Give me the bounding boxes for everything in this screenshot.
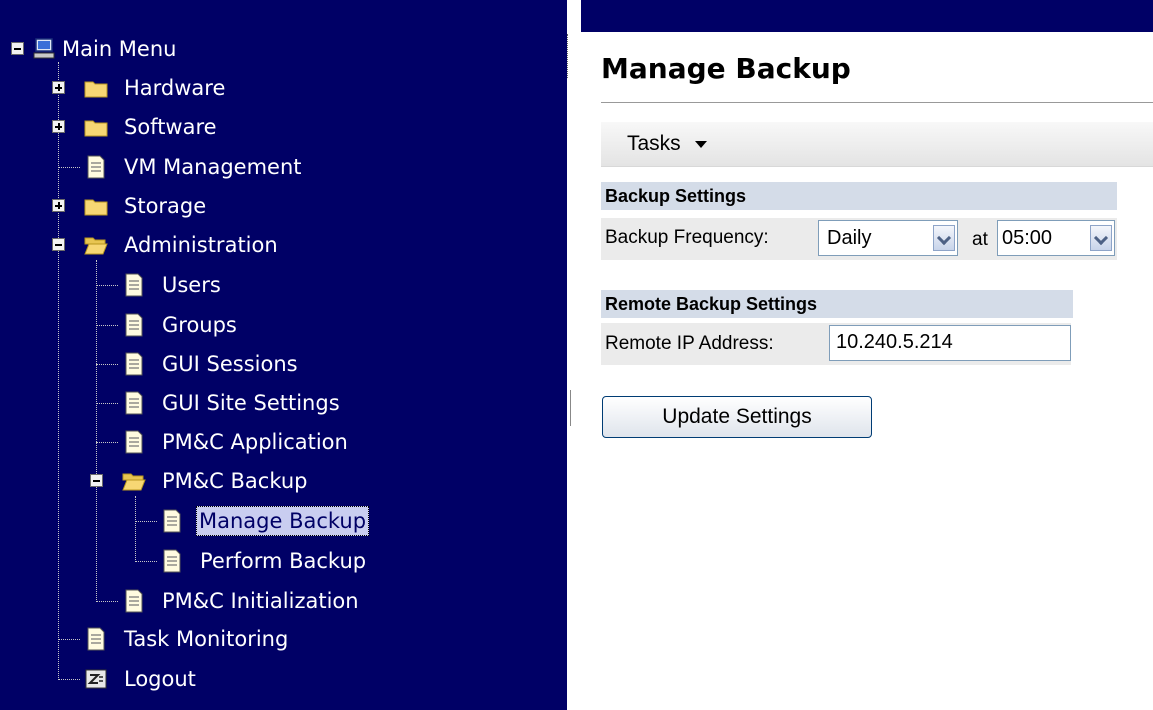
dropdown-arrow-icon[interactable] (933, 225, 955, 251)
tree-item-task-monitoring[interactable]: Task Monitoring (0, 624, 360, 654)
tree-label: VM Management (124, 155, 302, 179)
page-title: Manage Backup (601, 52, 851, 85)
tree-label: PM&C Backup (162, 469, 308, 493)
expand-icon[interactable] (52, 81, 65, 94)
selected-value: 05:00 (1002, 227, 1053, 249)
tree-label: Software (124, 115, 217, 139)
tree-label: Perform Backup (200, 549, 367, 573)
tasks-menu[interactable]: Tasks (627, 132, 707, 156)
tree-label: Groups (162, 313, 237, 337)
document-icon (125, 273, 143, 297)
dropdown-arrow-icon (694, 140, 707, 148)
backup-frequency-select[interactable]: Daily (818, 220, 958, 256)
document-icon (163, 549, 181, 573)
backup-frequency-label: Backup Frequency: (605, 227, 769, 248)
tree-item-pmc-application[interactable]: PM&C Application (0, 427, 400, 457)
tree-label: GUI Sessions (162, 352, 298, 376)
tree-item-vm-management[interactable]: VM Management (0, 152, 340, 182)
expand-icon[interactable] (52, 199, 65, 212)
collapse-icon[interactable] (90, 474, 103, 487)
tree-item-gui-sessions[interactable]: GUI Sessions (0, 349, 340, 379)
tasks-menu-label: Tasks (627, 132, 681, 155)
tree-item-administration[interactable]: Administration (0, 230, 320, 260)
selected-value: Daily (827, 227, 872, 249)
tree-label: Logout (124, 667, 196, 691)
collapse-icon[interactable] (52, 238, 65, 251)
document-icon (125, 352, 143, 376)
tree-item-perform-backup[interactable]: Perform Backup (0, 546, 400, 576)
tree-item-gui-site-settings[interactable]: GUI Site Settings (0, 388, 400, 418)
document-icon (125, 391, 143, 415)
document-icon (87, 627, 105, 651)
section-header-remote-backup: Remote Backup Settings (601, 290, 1073, 318)
main-content: Manage Backup Tasks Backup Settings Back… (581, 0, 1153, 710)
tree-item-storage[interactable]: Storage (0, 191, 300, 221)
splitter-grip (567, 34, 570, 78)
document-icon (125, 589, 143, 613)
tree-item-users[interactable]: Users (0, 270, 300, 300)
document-icon (125, 430, 143, 454)
tree-item-pmc-backup[interactable]: PM&C Backup (0, 466, 360, 496)
tree-item-pmc-initialization[interactable]: PM&C Initialization (0, 586, 420, 616)
tree-label: Main Menu (62, 37, 177, 61)
tree-label: PM&C Initialization (162, 589, 359, 613)
remote-ip-label: Remote IP Address: (605, 333, 774, 354)
at-label: at (972, 229, 988, 250)
pane-splitter[interactable] (567, 0, 581, 710)
tree-item-hardware[interactable]: Hardware (0, 73, 300, 103)
logout-icon (85, 669, 107, 689)
folder-icon (84, 199, 108, 216)
tree-item-software[interactable]: Software (0, 112, 300, 142)
computer-icon (33, 38, 55, 59)
collapse-icon[interactable] (11, 42, 24, 55)
tree-item-groups[interactable]: Groups (0, 310, 300, 340)
tree-item-manage-backup[interactable]: Manage Backup (0, 506, 400, 536)
header-band (581, 0, 1153, 32)
expand-icon[interactable] (52, 120, 65, 133)
tree-label: Hardware (124, 76, 226, 100)
remote-ip-input[interactable]: 10.240.5.214 (829, 325, 1071, 361)
tree-label: Task Monitoring (124, 627, 289, 651)
tree-label: Administration (124, 233, 278, 257)
dropdown-arrow-icon[interactable] (1090, 225, 1112, 251)
tree-label-selected: Manage Backup (196, 506, 370, 536)
document-icon (87, 155, 105, 179)
update-settings-button[interactable]: Update Settings (602, 396, 872, 438)
folder-icon (84, 120, 108, 137)
section-header-backup-settings: Backup Settings (601, 182, 1117, 210)
folder-open-icon (122, 473, 146, 491)
title-divider (601, 102, 1153, 103)
tree-label: Users (162, 273, 221, 297)
navigation-tree: Main Menu Hardware Software VM Managemen… (0, 0, 567, 710)
folder-icon (84, 81, 108, 98)
document-icon (163, 509, 181, 533)
tree-label: PM&C Application (162, 430, 348, 454)
tree-root-main-menu[interactable]: Main Menu (0, 34, 300, 64)
folder-open-icon (84, 237, 108, 255)
tree-label: GUI Site Settings (162, 391, 340, 415)
splitter-grip (570, 390, 573, 426)
tree-label: Storage (124, 194, 207, 218)
document-icon (125, 313, 143, 337)
tasks-toolbar: Tasks (601, 122, 1153, 167)
backup-time-select[interactable]: 05:00 (997, 220, 1115, 256)
tree-item-logout[interactable]: Logout (0, 664, 300, 694)
